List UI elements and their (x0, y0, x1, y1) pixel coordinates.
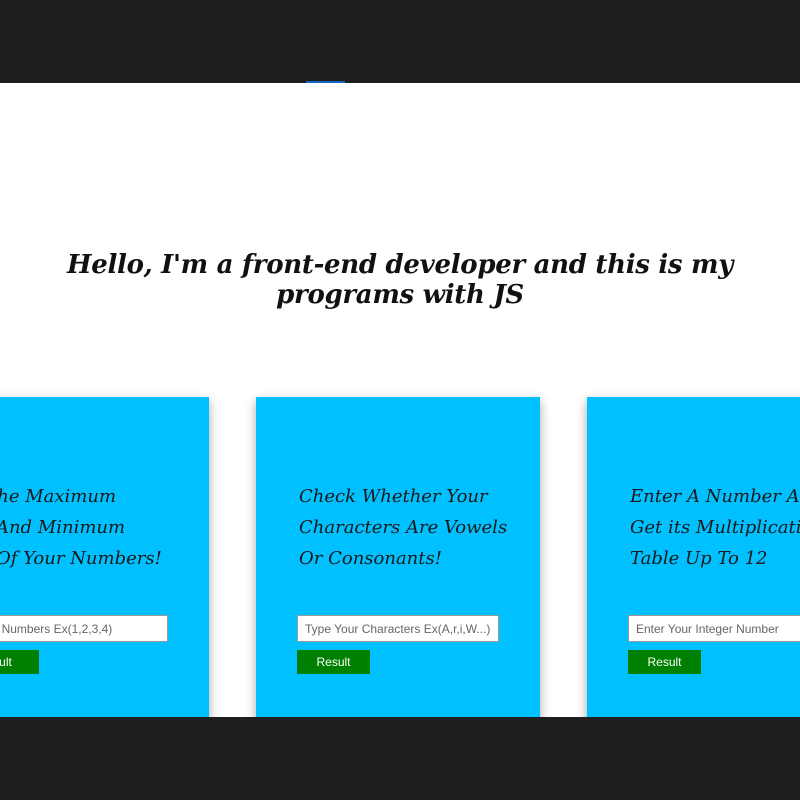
card-multiplication-table: Enter A Number And Get its Multiplicatio… (587, 397, 800, 717)
result-button[interactable]: sult (0, 650, 39, 674)
result-button[interactable]: Result (628, 650, 701, 674)
result-button[interactable]: Result (297, 650, 370, 674)
card-description: Check Whether Your Characters Are Vowels… (299, 486, 508, 569)
card-description: Enter A Number And Get its Multiplicatio… (630, 486, 800, 569)
integer-input[interactable] (628, 615, 800, 642)
card-vowels-consonants: Check Whether Your Characters Are Vowels… (256, 397, 540, 717)
characters-input[interactable] (297, 615, 499, 642)
numbers-input[interactable] (0, 615, 168, 642)
page-heading: Hello, I'm a front-end developer and thi… (66, 250, 734, 310)
bottom-bar (0, 717, 800, 800)
top-bar (0, 0, 800, 83)
card-description: d The Maximum ue And Minimum ue Of Your … (0, 486, 162, 569)
main-content: Hello, I'm a front-end developer and thi… (0, 83, 800, 717)
card-min-max: d The Maximum ue And Minimum ue Of Your … (0, 397, 209, 717)
